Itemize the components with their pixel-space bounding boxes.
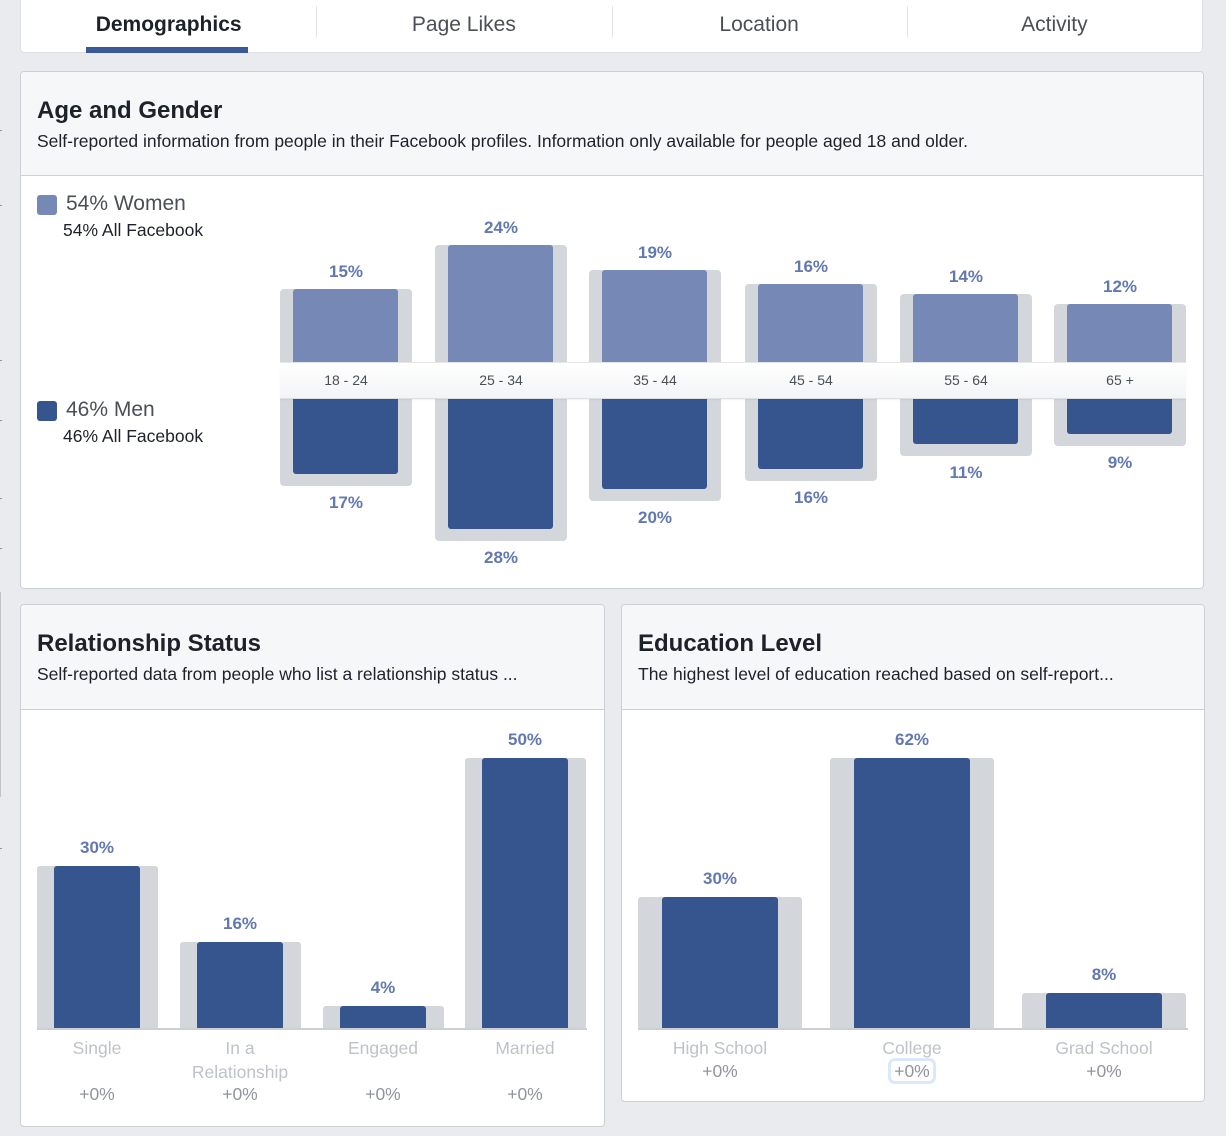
education-chart: 30% High School +0% 62% College +0% 8% Grad Sch… [622,605,1204,1101]
education-category-label: High School [672,1038,768,1058]
tab-demographics[interactable]: Demographics [21,0,316,52]
women-value-label: 12% [1102,276,1138,296]
category-label-line: Married [495,1038,555,1058]
women-bar [758,284,863,363]
age-gender-panel: Age and Gender Self-reported information… [20,71,1204,589]
men-bar [293,399,398,474]
relationship-chart: 30% Single +0% 16% In a Relationship +0% 4% Enga… [21,605,604,1126]
edge-tick [0,498,2,499]
education-panel: Education Level The highest level of edu… [621,604,1205,1102]
men-bar [602,399,707,489]
education-bar [662,897,778,1028]
men-bar [448,399,553,529]
relationship-delta: +0% [365,1084,401,1104]
men-value-label: 16% [793,488,829,507]
delta-value[interactable]: +0% [888,1058,936,1084]
relationship-panel: Relationship Status Self-reported data f… [20,604,605,1127]
men-value-label: 17% [328,493,364,512]
women-bar [293,289,398,363]
women-value-label: 19% [637,242,673,262]
education-value-label: 8% [1091,965,1117,985]
edge-tick [0,205,2,206]
relationship-delta: +0% [222,1084,258,1104]
delta-value[interactable]: +0% [702,1061,738,1081]
education-delta: +0% [872,1058,952,1084]
delta-value[interactable]: +0% [1086,1061,1122,1081]
edge-tick [0,420,2,421]
age-category-label: 55 - 64 [944,372,988,388]
education-value-label: 30% [702,869,738,889]
category-label-line: In a [225,1038,255,1058]
relationship-delta: +0% [79,1084,115,1104]
women-value-label: 14% [948,267,984,287]
relationship-value-label: 30% [79,838,115,857]
category-label-line: Engaged [347,1038,419,1058]
women-value-label: 16% [793,257,829,277]
age-axis-band: 18 - 24 25 - 34 35 - 44 45 - 54 55 - 64 65 + [280,362,1186,399]
relationship-category-label: Single [22,1036,172,1060]
relationship-category-label: In a Relationship [165,1036,315,1084]
men-value-label: 20% [637,508,673,527]
men-bar [1067,399,1172,434]
relationship-value-label: 4% [370,978,396,998]
women-bar [602,269,707,363]
edge-tick [0,548,2,549]
women-bar [1067,303,1172,363]
tab-location[interactable]: Location [611,0,907,52]
relationship-baseline [37,1028,587,1030]
age-category-label: 25 - 34 [479,372,523,388]
education-bar [854,757,970,1028]
women-bar [913,294,1018,363]
age-category-label: 65 + [1106,372,1134,388]
relationship-bar [340,1006,426,1028]
edge-tick [0,360,2,361]
age-category-label: 18 - 24 [324,372,368,388]
men-value-label: 11% [949,463,983,482]
relationship-bar [54,866,140,1028]
education-category-label: College [882,1038,942,1058]
women-bar [448,244,553,363]
relationship-category-label: Engaged [308,1036,458,1060]
relationship-delta: +0% [507,1084,543,1104]
education-baseline [638,1028,1188,1030]
women-value-label: 24% [483,217,519,237]
tab-page-likes[interactable]: Page Likes [316,0,611,52]
age-gender-chart: 15% 17% 24% 28% 19% 20% 16% 16% 14% 11% 12% 9% 18 - … [21,72,1203,588]
education-delta: +0% [680,1061,760,1082]
relationship-category-label: Married [450,1036,600,1060]
edge-scroll-track [0,592,1,797]
age-category-label: 45 - 54 [789,372,833,388]
edge-tick [0,848,2,849]
men-bar [758,399,863,469]
category-label-line: Relationship [191,1062,289,1082]
active-tab-indicator [86,47,248,53]
relationship-value-label: 16% [222,913,258,933]
education-bar [1046,993,1162,1028]
age-category-label: 35 - 44 [633,372,677,388]
men-bar [913,399,1018,444]
relationship-bar [482,758,568,1028]
education-value-label: 62% [894,729,930,749]
education-category-label: Grad School [1055,1038,1153,1058]
men-value-label: 9% [1107,453,1133,472]
women-value-label: 15% [328,262,364,282]
relationship-value-label: 50% [507,730,543,749]
edge-tick [0,130,2,131]
relationship-bar [197,941,283,1028]
tab-bar: Demographics Page Likes Location Activit… [20,0,1203,53]
education-delta: +0% [1064,1061,1144,1082]
men-value-label: 28% [483,548,519,567]
tab-activity[interactable]: Activity [906,0,1202,52]
category-label-line: Single [72,1038,122,1058]
